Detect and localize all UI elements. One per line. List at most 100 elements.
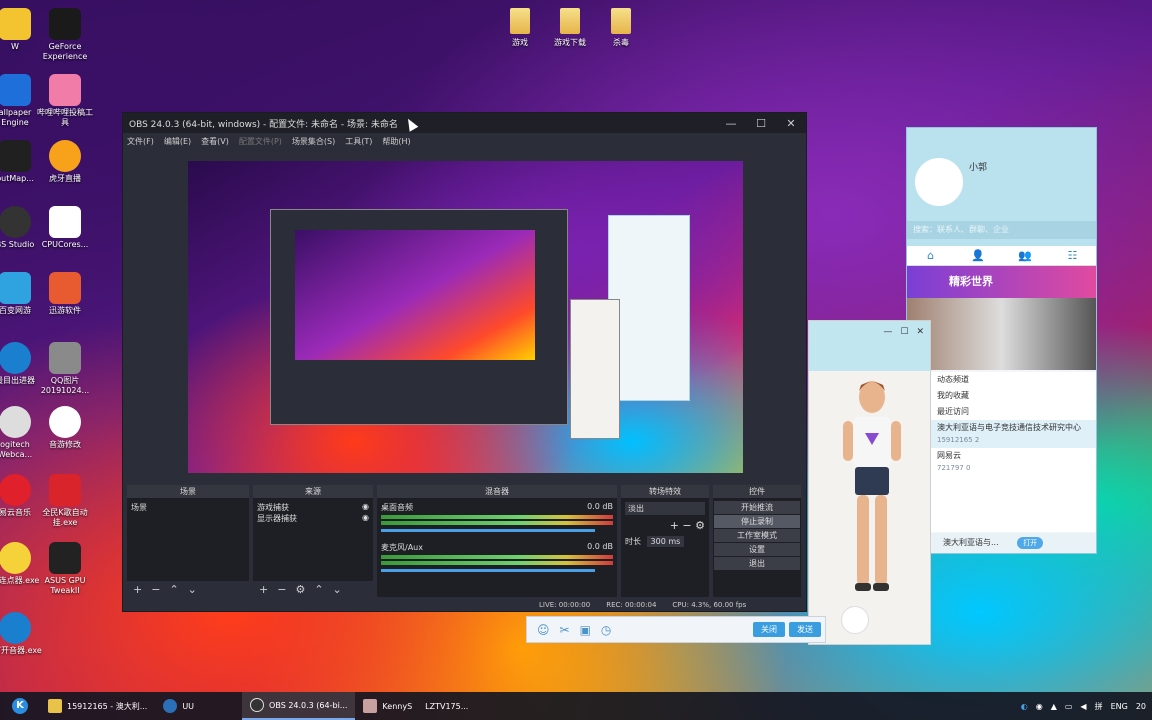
source-item[interactable]: 游戏捕获 ◉ — [257, 502, 369, 513]
qq-banner[interactable]: 精彩世界 — [907, 266, 1096, 298]
desktop-icon[interactable]: QQ图片20191024... — [34, 342, 96, 396]
scene-item[interactable]: 场景 — [131, 502, 245, 513]
start-button[interactable]: K — [0, 692, 40, 720]
bilibili-icon — [49, 74, 81, 106]
desktop-folder-antivirus[interactable]: 杀毒 — [593, 8, 649, 48]
menu-view[interactable]: 查看(V) — [201, 136, 229, 147]
source-item[interactable]: 显示器捕获 ◉ — [257, 513, 369, 524]
list-item[interactable]: 澳大利亚语与电子竞技通信技术研究中心 15912165 2 — [907, 420, 1096, 448]
qq-bottom-bar: 澳大利亚语与... 打开 — [907, 533, 1096, 553]
desktop-icon[interactable]: 虎牙直播 — [34, 140, 96, 184]
desktop-icon[interactable]: ASUS GPU TweakII — [34, 542, 96, 596]
minimize-icon[interactable]: — — [883, 327, 892, 371]
obs-icon — [0, 206, 31, 238]
volume-slider[interactable] — [381, 569, 595, 572]
tray-app-icon[interactable]: ◐ — [1021, 702, 1028, 711]
menu-scene-collection[interactable]: 场景集合(S) — [292, 136, 335, 147]
studio-mode-button[interactable]: 工作室模式 — [714, 529, 800, 542]
obs-preview[interactable] — [188, 161, 743, 473]
duration-input[interactable]: 300 ms — [646, 536, 685, 547]
volume-icon[interactable]: ◀ — [1080, 702, 1086, 711]
eye-icon[interactable]: ◉ — [362, 513, 369, 522]
obs-titlebar[interactable]: OBS 24.0.3 (64-bit, windows) - 配置文件: 未命名… — [123, 113, 806, 133]
add-icon[interactable]: + — [259, 583, 268, 596]
desktop-folder-games[interactable]: 游戏 — [492, 8, 548, 48]
list-item[interactable]: 动态频道 — [907, 372, 1096, 388]
app-icon — [49, 206, 81, 238]
taskbar-item[interactable]: UU — [155, 692, 202, 720]
tab-apps-icon[interactable]: ☷ — [1049, 246, 1096, 265]
qq-photo-strip[interactable] — [907, 298, 1096, 370]
menu-tools[interactable]: 工具(T) — [345, 136, 372, 147]
gear-icon[interactable]: ⚙ — [695, 519, 705, 532]
list-item[interactable]: 网易云 721797 0 — [907, 448, 1096, 476]
stop-recording-button[interactable]: 停止录制 — [714, 515, 800, 528]
add-icon[interactable]: + — [133, 583, 142, 596]
start-streaming-button[interactable]: 开始推流 — [714, 501, 800, 514]
taskbar-item[interactable]: OBS 24.0.3 (64-bi... — [242, 692, 356, 720]
obs-statusbar: LIVE: 00:00:00 REC: 00:00:04 CPU: 4.3%, … — [123, 599, 806, 611]
tab-group-icon[interactable]: 👥 — [1002, 246, 1049, 265]
volume-slider[interactable] — [381, 529, 595, 532]
move-up-icon[interactable]: ⌃ — [169, 583, 178, 596]
list-item-sub: 15912165 2 — [937, 436, 980, 444]
tray-app-icon[interactable]: ▲ — [1051, 702, 1057, 711]
qq-open-button[interactable]: 打开 — [1017, 537, 1044, 549]
transition-controls: + − ⚙ — [625, 519, 705, 532]
settings-button[interactable]: 设置 — [714, 543, 800, 556]
tab-contact-icon[interactable]: 👤 — [954, 246, 1001, 265]
desktop-icon[interactable]: 哔哩哔哩投稿工具 — [34, 74, 96, 128]
exit-button[interactable]: 退出 — [714, 557, 800, 570]
desktop-icon[interactable]: P打开音器.exe — [0, 612, 46, 656]
network-icon[interactable]: ▭ — [1065, 702, 1073, 711]
list-item[interactable]: 最近访问 — [907, 404, 1096, 420]
remove-icon[interactable]: − — [151, 583, 160, 596]
maximize-icon[interactable]: ☐ — [900, 327, 908, 371]
tray-app-icon[interactable]: ◉ — [1036, 702, 1043, 711]
tab-home-icon[interactable]: ⌂ — [907, 246, 954, 265]
add-icon[interactable]: + — [670, 519, 679, 532]
qq-search-input[interactable]: 搜索：联系人、群聊、企业 — [907, 221, 1096, 239]
transition-select[interactable]: 淡出 — [625, 502, 705, 515]
list-item[interactable]: 我的收藏 — [907, 388, 1096, 404]
close-icon[interactable]: ✕ — [916, 327, 924, 371]
language-indicator[interactable]: ENG — [1111, 702, 1128, 711]
image-icon[interactable]: ▣ — [580, 623, 591, 637]
ime-icon[interactable]: 拼 — [1095, 701, 1103, 712]
remove-icon[interactable]: − — [277, 583, 286, 596]
move-up-icon[interactable]: ⌃ — [314, 583, 323, 596]
gear-icon[interactable]: ⚙ — [295, 583, 305, 596]
obs-docks: 场景 场景 + − ⌃ ⌄ 来源 游戏捕获 ◉ 显示器捕获 ◉ + − ⚙ ⌃ ⌄ — [123, 485, 806, 597]
menu-file[interactable]: 文件(F) — [127, 136, 154, 147]
close-button[interactable]: 关闭 — [753, 622, 785, 637]
eye-icon[interactable]: ◉ — [362, 502, 369, 511]
move-down-icon[interactable]: ⌄ — [188, 583, 197, 596]
taskbar-item[interactable]: 15912165 - 澳大利... — [40, 692, 155, 720]
menu-help[interactable]: 帮助(H) — [382, 136, 410, 147]
move-down-icon[interactable]: ⌄ — [333, 583, 342, 596]
taskbar-item-label: KennyS — [382, 701, 413, 711]
avatar-mini[interactable] — [841, 606, 869, 634]
desktop-icon[interactable]: GeForce Experience — [34, 8, 96, 62]
clock[interactable]: 20 — [1136, 702, 1146, 711]
desktop-icon[interactable]: 音游修改 — [34, 406, 96, 450]
maximize-icon[interactable]: ☐ — [746, 117, 776, 130]
taskbar-item-label: OBS 24.0.3 (64-bi... — [269, 700, 348, 710]
menu-edit[interactable]: 编辑(E) — [164, 136, 191, 147]
taskbar-item[interactable]: KennyS LZTV175... — [355, 692, 476, 720]
desktop-icon[interactable]: 迅游软件 — [34, 272, 96, 316]
remove-icon[interactable]: − — [682, 519, 691, 532]
desktop-folder-game-downloads[interactable]: 游戏下载 — [542, 8, 598, 48]
send-button[interactable]: 发送 — [789, 622, 821, 637]
menu-profile[interactable]: 配置文件(P) — [239, 136, 282, 147]
desktop-icon[interactable]: 全民K歌自动挂.exe — [34, 474, 96, 528]
taskbar-item-label: 15912165 - 澳大利... — [67, 701, 148, 711]
emoji-icon[interactable]: ☺ — [537, 623, 550, 637]
qq-avatar[interactable] — [915, 158, 963, 206]
scissors-icon[interactable]: ✂ — [560, 623, 570, 637]
clock-icon[interactable]: ◷ — [601, 623, 611, 637]
minimize-icon[interactable]: — — [716, 117, 746, 130]
list-item-title: 最近访问 — [937, 407, 969, 416]
close-icon[interactable]: ✕ — [776, 117, 806, 130]
desktop-icon[interactable]: CPUCores... — [34, 206, 96, 250]
